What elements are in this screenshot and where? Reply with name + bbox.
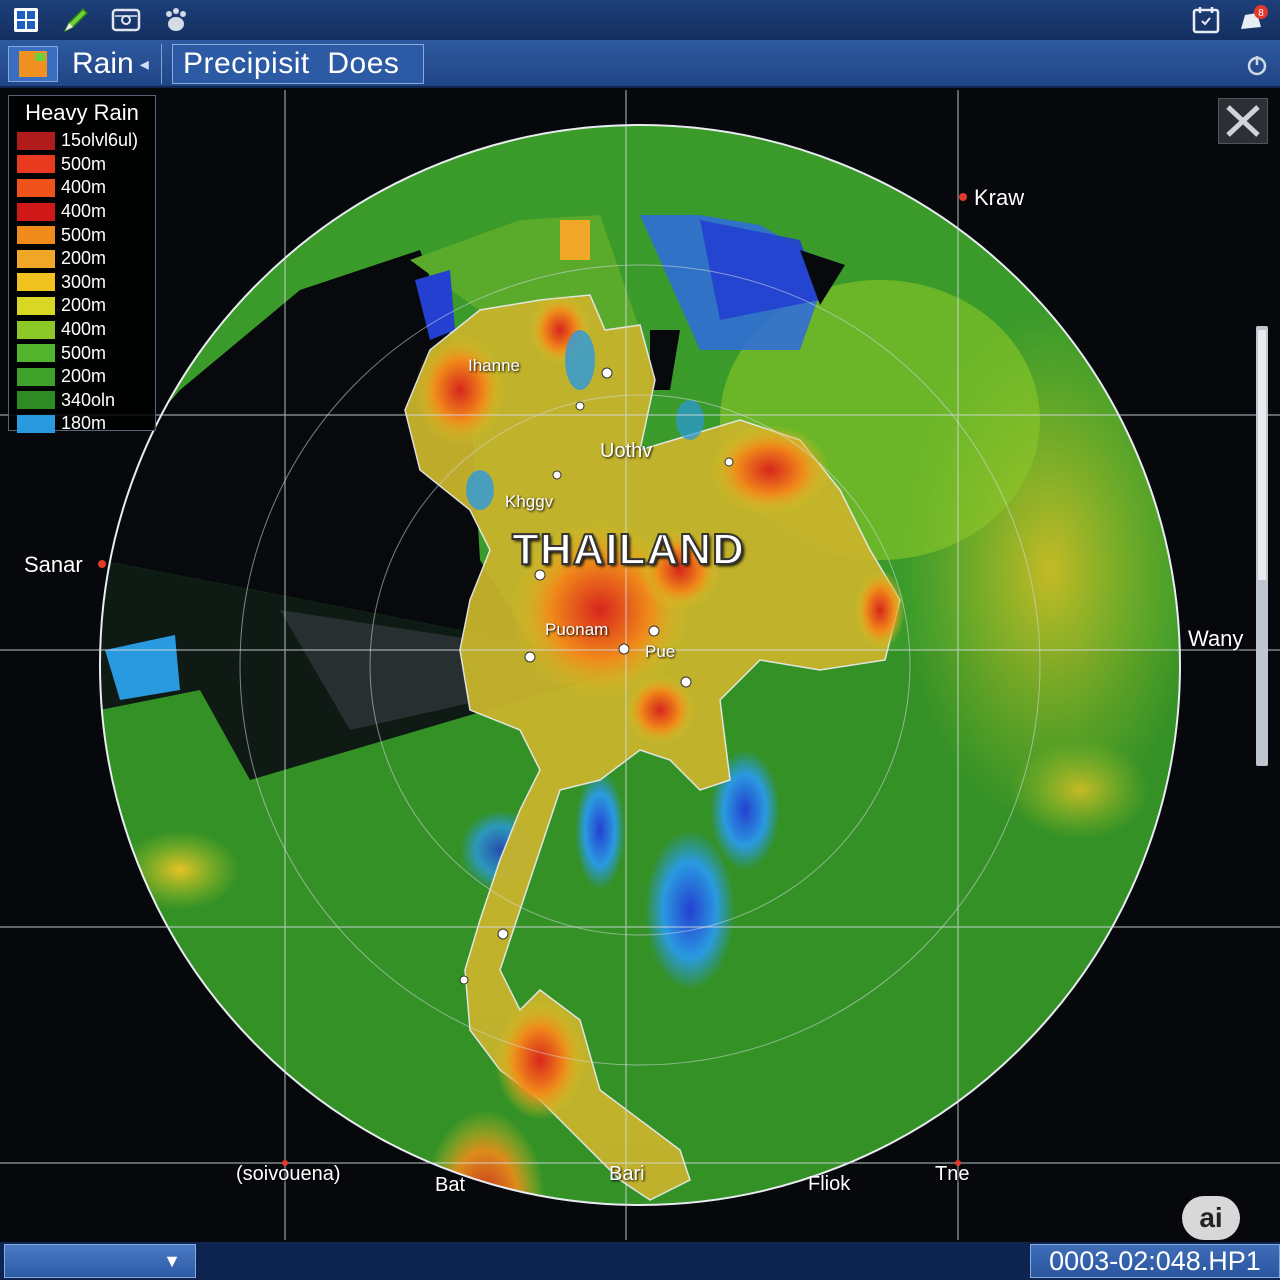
close-icon <box>1226 105 1260 137</box>
legend-title: Heavy Rain <box>25 100 139 125</box>
grid-icon[interactable] <box>8 2 44 38</box>
legend-label: 200m <box>61 295 107 316</box>
edge-label-sanar: Sanar <box>24 552 83 577</box>
calendar-icon[interactable] <box>1188 2 1224 38</box>
legend-item: 340oln <box>17 389 147 413</box>
scrollbar-thumb[interactable] <box>1258 330 1266 580</box>
city-label-ihanne: Ihanne <box>468 356 520 375</box>
legend-label: 200m <box>61 248 107 269</box>
edge-label-fliok: Fliok <box>808 1173 851 1195</box>
settings-panel-icon[interactable] <box>108 2 144 38</box>
edge-label-bat: Bat <box>435 1174 466 1196</box>
chevron-left-icon: ◂ <box>139 53 149 74</box>
legend-label: 400m <box>61 319 107 340</box>
app-logo-icon <box>8 46 58 82</box>
legend-swatch <box>17 226 55 245</box>
precipitation-legend: Heavy Rain 15olvl6ul) 500m 400m 400m 500m 200… <box>8 95 156 433</box>
legend-label: 15olvl6ul) <box>61 130 139 151</box>
legend-swatch <box>17 202 55 221</box>
pencil-icon[interactable] <box>58 2 94 38</box>
ai-badge: ai <box>1182 1196 1240 1240</box>
legend-item: 400m <box>17 318 147 342</box>
legend-swatch <box>17 391 55 410</box>
legend-item: 300m <box>17 271 147 295</box>
legend-item: 500m <box>17 223 147 247</box>
city-label-puonam: Puonam <box>545 620 609 639</box>
legend-swatch <box>17 178 55 197</box>
legend-swatch <box>17 367 55 386</box>
edge-label-kraw: Kraw <box>974 185 1025 210</box>
legend-item: 500m <box>17 153 147 177</box>
tab-precipitation[interactable]: Precipisit Does <box>172 44 424 84</box>
layer-dropdown[interactable]: ▼ <box>4 1244 196 1278</box>
edge-label-wany: Wany <box>1188 626 1244 651</box>
tab-precipitation-label: Precipisit Does <box>183 47 400 80</box>
radar-display <box>0 90 1280 1240</box>
legend-item: 500m <box>17 341 147 365</box>
chevron-down-icon: ▼ <box>163 1251 181 1271</box>
city-label-pue: Pue <box>645 642 676 661</box>
legend-swatch <box>17 320 55 339</box>
legend-item: 200m <box>17 294 147 318</box>
tab-bar: Rain ◂ Precipisit Does <box>0 40 1280 88</box>
country-label: THAILAND <box>511 524 745 575</box>
legend-item: 180m <box>17 412 147 436</box>
legend-label: 500m <box>61 153 107 174</box>
legend-swatch <box>17 131 55 150</box>
paw-icon[interactable] <box>158 2 194 38</box>
close-button[interactable] <box>1218 98 1268 144</box>
legend-label: 400m <box>61 177 107 198</box>
power-icon[interactable] <box>1246 54 1268 76</box>
legend-label: 340oln <box>61 389 116 410</box>
legend-label: 180m <box>61 413 107 434</box>
edge-label-bari: Bari <box>609 1163 645 1185</box>
status-bar: ▼ 0003-02:048.HP1 <box>0 1242 1280 1280</box>
city-label-khggv: Khggv <box>505 492 554 511</box>
legend-item: 400m <box>17 200 147 224</box>
svg-text:8: 8 <box>1258 8 1264 19</box>
legend-swatch <box>17 249 55 268</box>
tab-rain[interactable]: Rain ◂ <box>62 44 162 84</box>
legend-swatch <box>17 414 55 433</box>
top-toolbar: 8 <box>0 0 1280 40</box>
notification-icon[interactable]: 8 <box>1234 2 1270 38</box>
timestamp-readout: 0003-02:048.HP1 <box>1030 1244 1280 1278</box>
legend-label: 200m <box>61 366 107 387</box>
legend-label: 500m <box>61 342 107 363</box>
legend-item: 200m <box>17 365 147 389</box>
legend-item: 15olvl6ul) <box>17 129 147 153</box>
legend-item: 400m <box>17 176 147 200</box>
legend-swatch <box>17 296 55 315</box>
edge-label-sipouena: (soivouena) <box>236 1163 341 1185</box>
legend-swatch <box>17 155 55 174</box>
edge-label-tne: Tne <box>935 1163 970 1185</box>
legend-swatch <box>17 273 55 292</box>
city-label-uothv: Uothv <box>600 440 653 462</box>
legend-label: 400m <box>61 201 107 222</box>
radar-map[interactable]: THAILAND Ihanne Uothv Khggv Puonam Pue K… <box>0 90 1280 1240</box>
legend-rows: 15olvl6ul) 500m 400m 400m 500m 200m 300m 200m 40… <box>17 129 147 436</box>
tab-rain-label: Rain <box>72 47 134 80</box>
legend-label: 500m <box>61 224 107 245</box>
legend-item: 200m <box>17 247 147 271</box>
legend-label: 300m <box>61 271 107 292</box>
legend-swatch <box>17 344 55 363</box>
